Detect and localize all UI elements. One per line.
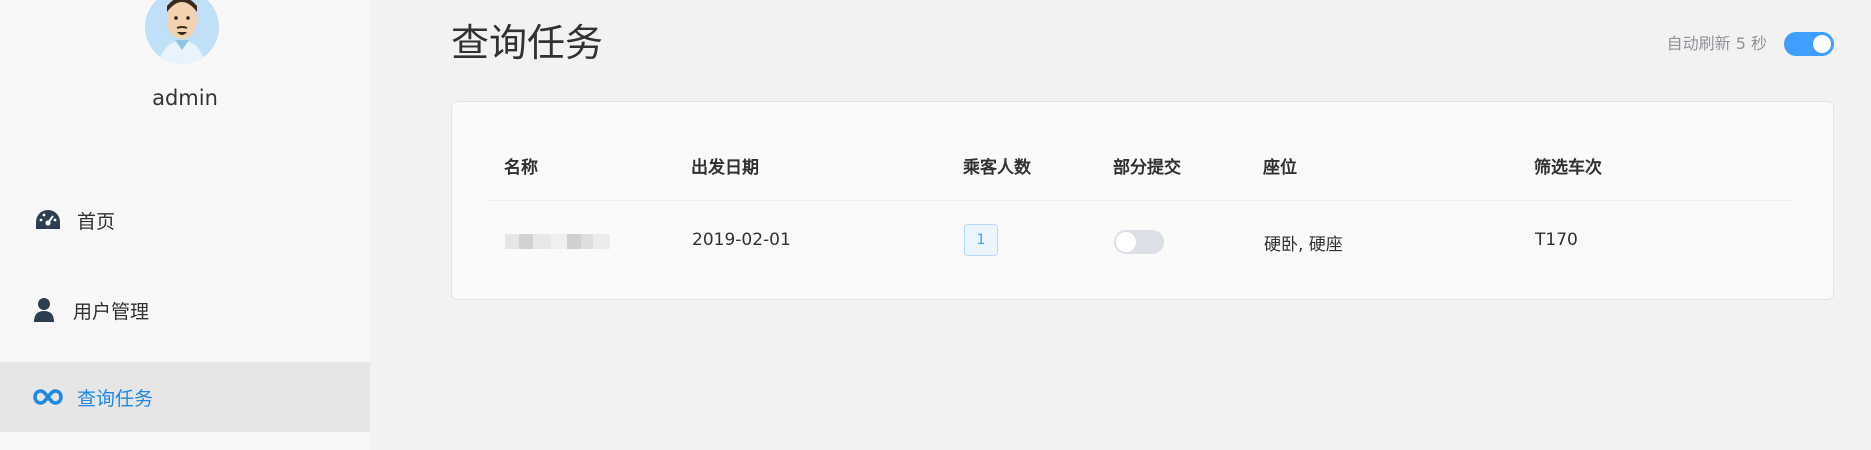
sidebar-item-label: 查询任务 <box>77 387 154 410</box>
column-header-trains: 筛选车次 <box>1534 158 1602 178</box>
cell-date: 2019-02-01 <box>692 230 791 250</box>
column-header-seats: 座位 <box>1263 158 1297 178</box>
sidebar-item-query-tasks[interactable]: 查询任务 <box>0 362 370 432</box>
sidebar-item-label: 首页 <box>77 210 116 233</box>
sidebar: admin 首页 用户管理 查询任务 <box>0 0 370 450</box>
infinity-icon <box>33 382 63 412</box>
column-header-date: 出发日期 <box>691 158 759 178</box>
passenger-count-badge: 1 <box>964 224 998 256</box>
sidebar-item-home[interactable]: 首页 <box>0 185 370 255</box>
user-icon <box>29 295 59 325</box>
cell-trains: T170 <box>1535 230 1578 250</box>
table-header-divider <box>489 200 1794 201</box>
task-name-redacted <box>505 234 610 249</box>
auto-refresh-label: 自动刷新 5 秒 <box>1666 34 1767 53</box>
avatar[interactable] <box>145 0 219 64</box>
cell-seats: 硬卧, 硬座 <box>1264 235 1343 255</box>
column-header-name: 名称 <box>504 158 538 178</box>
column-header-partial-submit: 部分提交 <box>1113 158 1181 178</box>
column-header-passengers: 乘客人数 <box>963 158 1031 178</box>
dashboard-icon <box>33 205 63 235</box>
partial-submit-toggle[interactable] <box>1114 230 1164 254</box>
page-title: 查询任务 <box>451 21 604 65</box>
auto-refresh-toggle[interactable] <box>1784 32 1834 56</box>
username: admin <box>152 86 218 110</box>
sidebar-item-user-management[interactable]: 用户管理 <box>0 275 370 345</box>
sidebar-item-label: 用户管理 <box>73 300 150 323</box>
